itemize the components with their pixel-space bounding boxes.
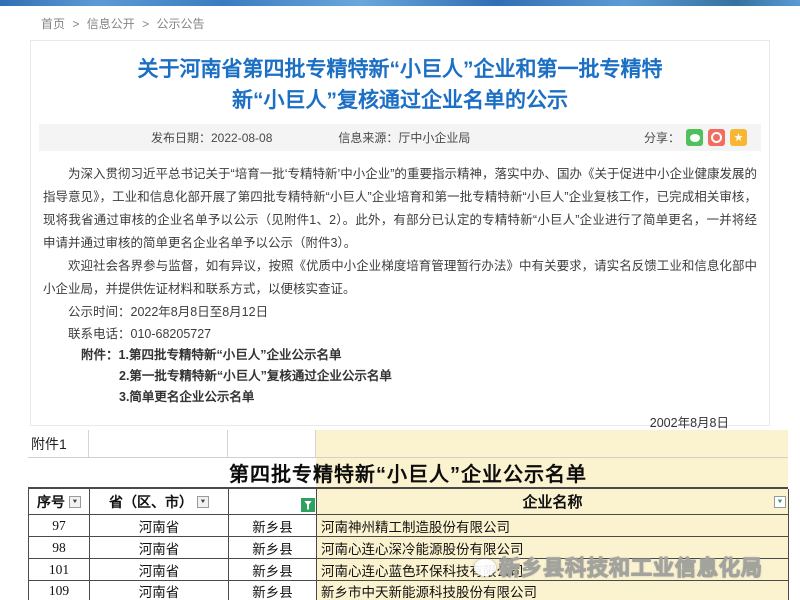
sheet-grid: 序号 省（区、市） 企业名称 97 河南省 新	[28, 487, 788, 600]
sign-date: 2002年8月8日	[43, 412, 757, 431]
column-header-label: 省（区、市）	[109, 492, 193, 512]
top-decoration-bar	[0, 0, 800, 6]
breadcrumb-section[interactable]: 信息公开	[87, 17, 135, 31]
attachment-link-2[interactable]: 2.第一批专精特新“小巨人”复核通过企业公示名单	[43, 366, 757, 387]
attachment-number-label: 附件1	[28, 430, 89, 457]
breadcrumb-home[interactable]: 首页	[41, 17, 65, 31]
empty-cell	[89, 430, 228, 457]
page: 首页 > 信息公开 > 公示公告 关于河南省第四批专精特新“小巨人”企业和第一批…	[0, 0, 800, 600]
table-row: 98 河南省 新乡县 河南心连心深冷能源股份有限公司	[29, 537, 788, 559]
filter-dropdown-icon[interactable]	[197, 496, 209, 508]
column-header-index: 序号	[29, 489, 90, 515]
attachment-spreadsheet: 附件1 第四批专精特新“小巨人”企业公示名单 序号 省（区、市）	[28, 430, 788, 600]
favorite-star-icon[interactable]	[730, 129, 747, 146]
sheet-corner-row: 附件1	[28, 430, 788, 458]
breadcrumb-separator: >	[72, 17, 79, 31]
attachment-link-3[interactable]: 3.简单更名企业公示名单	[43, 387, 757, 408]
cell-index: 97	[29, 515, 90, 537]
empty-cell	[316, 430, 788, 457]
column-header-province: 省（区、市）	[90, 489, 229, 515]
cell-company: 新乡市中天新能源科技股份有限公司	[317, 581, 789, 600]
cell-province: 河南省	[90, 537, 229, 559]
table-row: 109 河南省 新乡县 新乡市中天新能源科技股份有限公司	[29, 581, 788, 600]
filter-dropdown-icon[interactable]	[69, 496, 81, 508]
wechat-share-icon[interactable]	[686, 129, 703, 146]
attachments-label: 附件：	[81, 348, 119, 362]
cell-county: 新乡县	[229, 581, 317, 600]
breadcrumb-separator: >	[142, 17, 149, 31]
cell-county: 新乡县	[229, 559, 317, 581]
breadcrumb: 首页 > 信息公开 > 公示公告	[41, 15, 208, 32]
share-bar: 分享：	[644, 129, 747, 146]
article-meta-bar: 发布日期：2022-08-08 信息来源：厅中小企业局 分享：	[39, 124, 761, 151]
cell-county: 新乡县	[229, 537, 317, 559]
cell-company: 河南心连心蓝色环保科技有限公司	[317, 559, 789, 581]
notice-time: 公示时间：2022年8月8日至8月12日	[43, 301, 757, 323]
cell-index: 109	[29, 581, 90, 600]
cell-county: 新乡县	[229, 515, 317, 537]
article-body: 为深入贯彻习近平总书记关于“培育一批‘专精特新’中小企业”的重要指示精神，落实中…	[43, 163, 757, 431]
cell-province: 河南省	[90, 581, 229, 600]
table-row: 97 河南省 新乡县 河南神州精工制造股份有限公司	[29, 515, 788, 537]
page-title-line1: 关于河南省第四批专精特新“小巨人”企业和第一批专精特	[69, 54, 731, 85]
column-header-company: 企业名称	[317, 489, 789, 515]
cell-index: 101	[29, 559, 90, 581]
table-title: 第四批专精特新“小巨人”企业公示名单	[28, 458, 788, 487]
cell-index: 98	[29, 537, 90, 559]
weibo-share-icon[interactable]	[708, 129, 725, 146]
table-row: 101 河南省 新乡县 河南心连心蓝色环保科技有限公司	[29, 559, 788, 581]
cell-company: 河南神州精工制造股份有限公司	[317, 515, 789, 537]
page-title: 关于河南省第四批专精特新“小巨人”企业和第一批专精特 新“小巨人”复核通过企业名…	[69, 54, 731, 116]
article-panel: 关于河南省第四批专精特新“小巨人”企业和第一批专精特 新“小巨人”复核通过企业名…	[30, 40, 770, 426]
publish-date: 发布日期：2022-08-08	[151, 129, 272, 146]
attachment-link-1[interactable]: 1.第四批专精特新“小巨人”企业公示名单	[119, 348, 342, 362]
paragraph: 为深入贯彻习近平总书记关于“培育一批‘专精特新’中小企业”的重要指示精神，落实中…	[43, 163, 757, 255]
breadcrumb-current: 公示公告	[156, 17, 204, 31]
info-source: 信息来源：厅中小企业局	[338, 129, 470, 146]
table-header-row: 序号 省（区、市） 企业名称	[29, 489, 788, 515]
attachment-item: 附件：1.第四批专精特新“小巨人”企业公示名单	[43, 345, 757, 366]
column-header-label: 企业名称	[522, 491, 582, 512]
cell-company: 河南心连心深冷能源股份有限公司	[317, 537, 789, 559]
filter-applied-icon[interactable]	[301, 498, 315, 512]
empty-cell	[228, 430, 316, 457]
column-header-label: 序号	[37, 492, 65, 512]
page-title-line2: 新“小巨人”复核通过企业名单的公示	[69, 85, 731, 116]
filter-dropdown-icon[interactable]	[774, 496, 786, 508]
sheet-title-row: 第四批专精特新“小巨人”企业公示名单	[28, 458, 788, 487]
attachments-list: 附件：1.第四批专精特新“小巨人”企业公示名单 2.第一批专精特新“小巨人”复核…	[43, 345, 757, 408]
column-header-county	[229, 489, 317, 515]
share-label: 分享：	[644, 129, 680, 146]
cell-province: 河南省	[90, 559, 229, 581]
cell-province: 河南省	[90, 515, 229, 537]
paragraph: 欢迎社会各界参与监督，如有异议，按照《优质中小企业梯度培育管理暂行办法》中有关要…	[43, 255, 757, 301]
funnel-icon	[304, 501, 312, 510]
contact-phone: 联系电话：010-68205727	[43, 323, 757, 345]
